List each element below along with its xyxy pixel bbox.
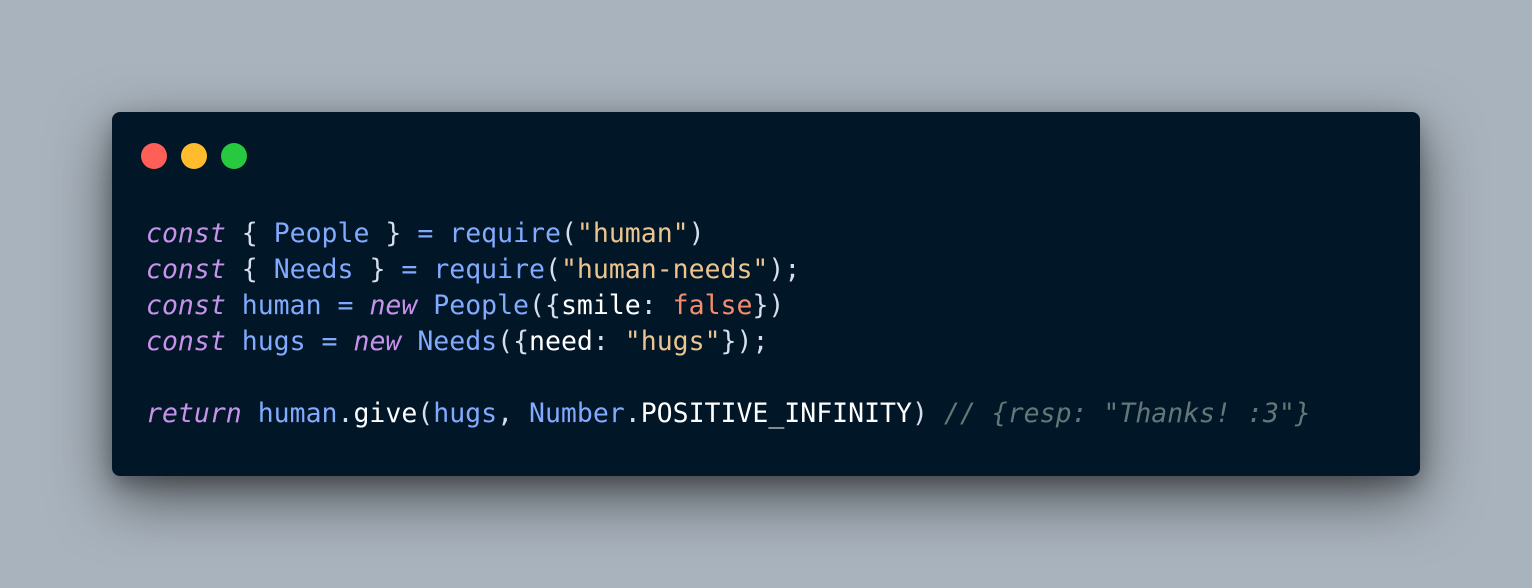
string-literal: "hugs" [624, 326, 721, 357]
code-line-2: const { Needs } = require("human-needs")… [146, 252, 1311, 288]
keyword: const [146, 254, 226, 285]
operator: = [337, 290, 354, 321]
operator: = [401, 254, 418, 285]
punctuation: ) [688, 218, 705, 249]
punctuation: ); [768, 254, 801, 285]
operator: = [417, 218, 434, 249]
identifier: hugs [433, 398, 498, 429]
code-window: const { People } = require("human") const… [112, 112, 1420, 476]
function-name: require [433, 254, 545, 285]
punctuation: ( [417, 398, 434, 429]
punctuation: } [369, 254, 386, 285]
operator: = [321, 326, 338, 357]
code-line-1: const { People } = require("human") [146, 216, 1311, 252]
punctuation: ( [560, 218, 577, 249]
minimize-dot[interactable] [181, 143, 207, 169]
punctuation: ( [545, 254, 561, 285]
boolean-literal: false [672, 290, 753, 321]
identifier: hugs [241, 326, 306, 357]
code-line-5-blank [146, 360, 1311, 396]
punctuation: , [497, 398, 514, 429]
close-dot[interactable] [141, 143, 167, 169]
identifier: Needs [273, 254, 354, 285]
keyword: return [146, 398, 242, 429]
punctuation: ({ [497, 326, 530, 357]
class-name: People [433, 290, 530, 321]
punctuation: }) [752, 290, 785, 321]
class-name: Number [529, 398, 625, 429]
code-line-3: const human = new People({smile: false}) [146, 288, 1311, 324]
punctuation: : [640, 290, 657, 321]
constant: POSITIVE_INFINITY [640, 398, 912, 429]
identifier: human [241, 290, 322, 321]
punctuation: { [241, 218, 258, 249]
punctuation: ) [911, 398, 928, 429]
keyword: new [369, 290, 418, 321]
punctuation: : [592, 326, 609, 357]
identifier: People [273, 218, 370, 249]
punctuation: { [241, 254, 258, 285]
property-key: need [529, 326, 593, 357]
comment: // {resp: "Thanks! :3"} [943, 398, 1311, 429]
string-literal: "human-needs" [560, 254, 769, 285]
punctuation: ({ [529, 290, 561, 321]
punctuation: }); [720, 326, 769, 357]
code-block: const { People } = require("human") const… [146, 216, 1311, 432]
keyword: new [353, 326, 402, 357]
method-name: give [353, 398, 418, 429]
punctuation: } [385, 218, 402, 249]
punctuation: . [337, 398, 354, 429]
code-line-6: return human.give(hugs, Number.POSITIVE_… [146, 396, 1311, 432]
string-literal: "human" [576, 218, 689, 249]
code-line-4: const hugs = new Needs({need: "hugs"}); [146, 324, 1311, 360]
class-name: Needs [417, 326, 498, 357]
keyword: const [146, 218, 226, 249]
maximize-dot[interactable] [221, 143, 247, 169]
property-key: smile [560, 290, 641, 321]
identifier: human [257, 398, 338, 429]
window-controls [141, 143, 247, 169]
punctuation: . [624, 398, 641, 429]
function-name: require [449, 218, 561, 249]
keyword: const [146, 290, 226, 321]
keyword: const [146, 326, 226, 357]
